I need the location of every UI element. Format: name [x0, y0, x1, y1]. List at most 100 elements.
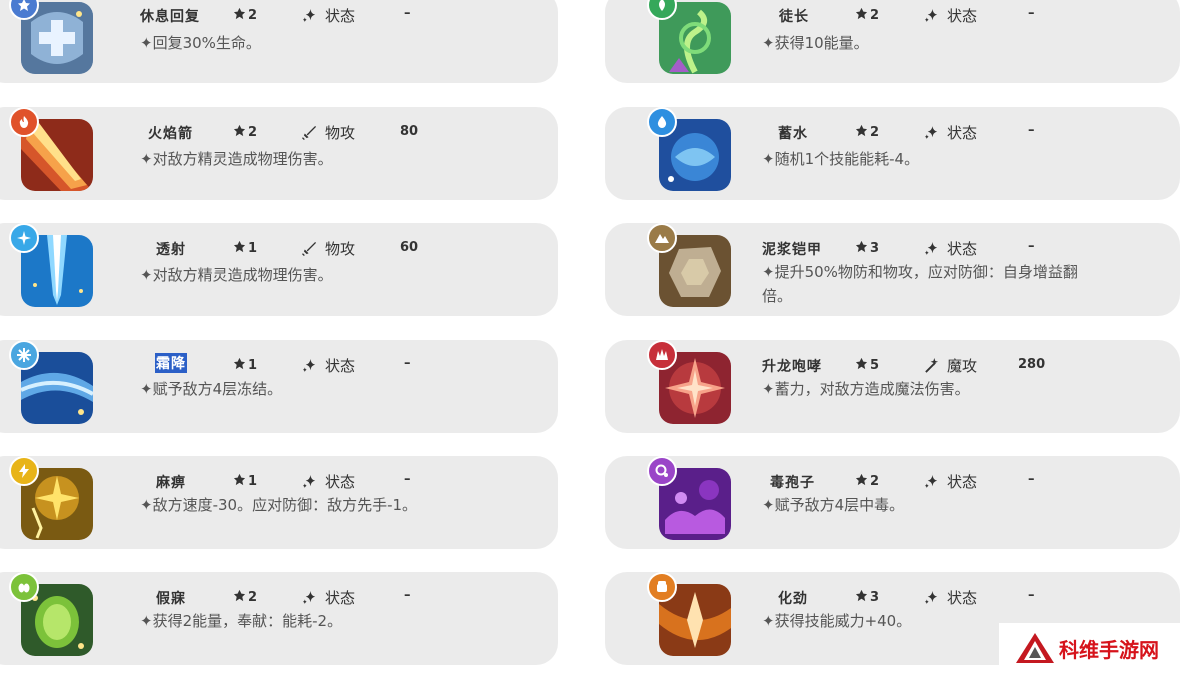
skill-power: – [1028, 123, 1035, 138]
skill-cost-value: 2 [248, 8, 258, 23]
star-icon [855, 240, 868, 253]
sparkle-icon [302, 8, 316, 23]
skill-icon-wrap [647, 456, 731, 542]
skill-cost: 1 [233, 240, 257, 256]
skill-icon-wrap [647, 572, 731, 658]
skill-icon-wrap [647, 0, 731, 76]
skill-cost-value: 3 [870, 241, 880, 256]
skill-card[interactable]: 毒孢子 2 状态 – ✦赋予敌方4层中毒。 [605, 456, 1180, 549]
skill-cost: 5 [855, 357, 879, 373]
skill-category-label: 魔攻 [947, 357, 978, 375]
skill-cost-value: 2 [870, 8, 880, 23]
sword-icon [302, 125, 317, 140]
skill-category: 状态 [924, 122, 977, 143]
sparkle-icon [924, 474, 938, 489]
skill-card[interactable]: 火焰箭 2 物攻 80 ✦对敌方精灵造成物理伤害。 [0, 107, 558, 200]
skill-power: – [1028, 6, 1035, 21]
sparkle-icon [924, 8, 938, 23]
triangle-logo-icon [1016, 633, 1054, 663]
skill-card[interactable]: 透射 1 物攻 60 ✦对敌方精灵造成物理伤害。 [0, 223, 558, 316]
skill-card[interactable]: 休息回复 2 状态 – ✦回复30%生命。 [0, 0, 558, 83]
skill-card[interactable]: 霜降 1 状态 – ✦赋予敌方4层冻结。 [0, 340, 558, 433]
skill-cost-value: 2 [870, 474, 880, 489]
star-icon [233, 473, 246, 486]
skill-cost-value: 3 [870, 590, 880, 605]
skill-category-label: 状态 [947, 7, 978, 25]
skill-card[interactable]: 泥浆铠甲 3 状态 – ✦提升50%物防和物攻，应对防御：自身增益翻 倍。 [605, 223, 1180, 316]
skill-category-label: 状态 [947, 124, 978, 142]
skill-power: 60 [400, 240, 419, 255]
star-icon [233, 7, 246, 20]
bug-type-icon [9, 572, 39, 602]
skill-icon-wrap [9, 0, 93, 76]
skill-card[interactable]: 假寐 2 状态 – ✦获得2能量，奉献：能耗-2。 [0, 572, 558, 665]
electric-type-icon [9, 456, 39, 486]
skill-name: 化劲 [778, 591, 808, 607]
skill-card[interactable]: 徒长 2 状态 – ✦获得10能量。 [605, 0, 1180, 83]
skill-card[interactable]: 蓄水 2 状态 – ✦随机1个技能能耗-4。 [605, 107, 1180, 200]
skill-category: 物攻 [302, 122, 355, 143]
skill-category: 状态 [924, 238, 977, 259]
skill-card[interactable]: 升龙咆哮 5 魔攻 280 ✦蓄力，对敌方造成魔法伤害。 [605, 340, 1180, 433]
skill-power: – [404, 6, 411, 21]
skill-category: 状态 [302, 5, 355, 26]
skill-cost: 3 [855, 240, 879, 256]
skill-description: ✦对敌方精灵造成物理伤害。 [140, 150, 333, 168]
star-icon [233, 589, 246, 602]
skill-category-label: 物攻 [325, 240, 356, 258]
skill-cost-value: 2 [870, 125, 880, 140]
skill-description-line2: 倍。 [762, 287, 793, 305]
skill-name: 透射 [156, 242, 186, 258]
site-watermark: 科维手游网 [999, 623, 1199, 673]
skill-power: 280 [1018, 357, 1046, 372]
ice-type-icon [9, 340, 39, 370]
skill-name: 假寐 [156, 591, 186, 607]
skill-description: ✦对敌方精灵造成物理伤害。 [140, 266, 333, 284]
star-icon [855, 589, 868, 602]
skill-cost: 1 [233, 473, 257, 489]
skill-power: – [1028, 588, 1035, 603]
skill-cost-value: 1 [248, 241, 258, 256]
skill-icon-wrap [9, 456, 93, 542]
skill-power: 80 [400, 124, 419, 139]
fighting-type-icon [647, 572, 677, 602]
sword-icon [302, 241, 317, 256]
sparkle-icon [924, 241, 938, 256]
fire-type-icon [9, 107, 39, 137]
skill-category: 状态 [924, 5, 977, 26]
star-icon [855, 473, 868, 486]
skill-icon-wrap [9, 223, 93, 309]
skill-name: 升龙咆哮 [762, 359, 822, 375]
skill-category: 状态 [302, 471, 355, 492]
skill-icon-wrap [647, 340, 731, 426]
skill-cost: 2 [855, 124, 879, 140]
skill-card[interactable]: 麻痹 1 状态 – ✦敌方速度-30。应对防御：敌方先手-1。 [0, 456, 558, 549]
skill-name: 休息回复 [140, 9, 200, 25]
star-icon [233, 124, 246, 137]
skill-description: ✦提升50%物防和物攻，应对防御：自身增益翻 [762, 263, 1078, 281]
skill-cost-value: 2 [248, 125, 258, 140]
star-icon [855, 7, 868, 20]
skill-cost: 2 [233, 124, 257, 140]
skill-icon-wrap [9, 107, 93, 193]
sparkle-icon [302, 590, 316, 605]
poison-type-icon [647, 456, 677, 486]
skill-category-label: 状态 [947, 589, 978, 607]
skill-description: ✦赋予敌方4层中毒。 [762, 496, 905, 514]
sparkle-icon [302, 474, 316, 489]
star-icon [233, 357, 246, 370]
magic-wand-icon [925, 358, 939, 373]
star-icon [855, 357, 868, 370]
skill-icon-wrap [9, 572, 93, 658]
skill-cost: 2 [855, 473, 879, 489]
skill-category: 魔攻 [924, 355, 977, 376]
skill-category-label: 状态 [325, 473, 356, 491]
skill-description: ✦回复30%生命。 [140, 34, 261, 52]
skill-cost: 2 [233, 7, 257, 23]
skill-cost-value: 1 [248, 474, 258, 489]
skill-category: 状态 [302, 587, 355, 608]
skill-description: ✦赋予敌方4层冻结。 [140, 380, 283, 398]
skill-category-label: 状态 [325, 357, 356, 375]
skill-cost: 2 [233, 589, 257, 605]
dragon-type-icon [647, 340, 677, 370]
